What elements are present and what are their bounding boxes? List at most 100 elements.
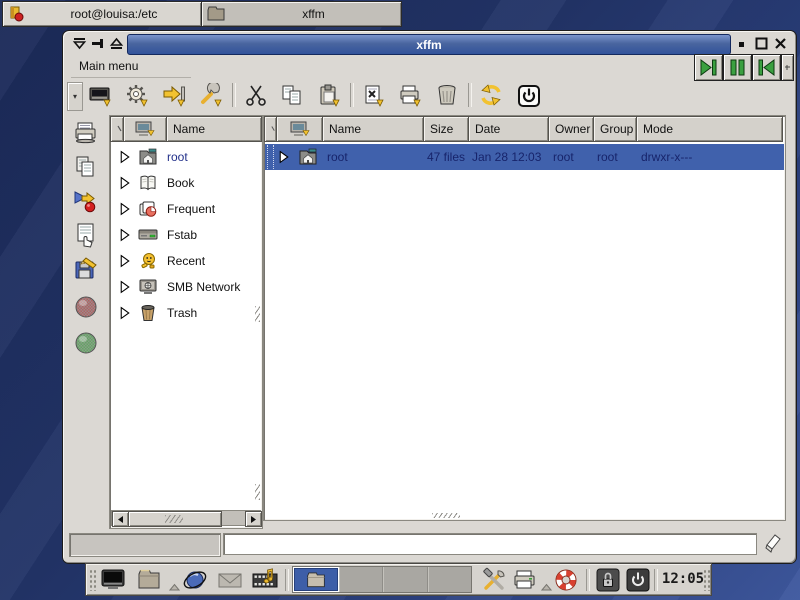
popup-arrow-icon[interactable] [540,574,552,600]
panel-tools-icon[interactable] [481,567,507,593]
side-print-icon[interactable] [72,119,100,147]
status-entry[interactable] [223,533,757,555]
main-menu[interactable]: Main menu [79,59,138,73]
expander-icon[interactable] [119,150,131,164]
tree-name-header[interactable]: Name [166,116,262,142]
tree-item-root[interactable]: root [111,144,261,170]
toolbar-collapse-button[interactable]: ▾ [67,82,83,111]
panel-multimedia-icon[interactable] [252,567,278,593]
tree-item-book[interactable]: Book [111,170,261,196]
tree-item-frequent[interactable]: Frequent [111,196,261,222]
paste-icon[interactable] [314,81,346,110]
expander-icon[interactable] [119,228,131,242]
toolbar-separator [232,83,236,107]
cell-mode: drwxr-x--- [641,144,692,170]
cut-scissors-icon[interactable] [240,81,272,110]
expander-icon[interactable] [119,254,131,268]
panel-separator [285,569,289,591]
eraser-icon[interactable] [762,531,784,555]
tree-item-fstab[interactable]: Fstab [111,222,261,248]
back-icon[interactable] [752,54,781,81]
scrollbar-thumb[interactable] [128,511,222,527]
tasklist-empty-slot[interactable] [383,567,428,592]
terminal-icon[interactable] [85,81,117,110]
column-header-name[interactable]: Name [322,116,424,142]
close-icon[interactable] [773,36,788,51]
panel-grip[interactable] [703,569,710,591]
panel-mail-icon[interactable] [217,567,243,593]
column-header-size[interactable]: Size [423,116,469,142]
computer-icon [290,120,310,138]
pause-icon[interactable] [723,54,752,81]
tree-computer-header[interactable] [123,116,167,142]
scroll-left-icon[interactable] [112,511,129,527]
tree-item-smb-network[interactable]: SMB Network [111,274,261,300]
print-icon[interactable] [395,81,427,110]
panel-help-lifebuoy-icon[interactable] [553,567,579,593]
unshade-icon[interactable] [108,35,125,52]
tree-resize-grip[interactable] [255,306,260,322]
reload-icon[interactable] [476,81,508,110]
quit-power-icon[interactable] [513,81,545,110]
popup-arrow-icon[interactable] [168,574,180,600]
side-save-icon[interactable] [72,255,100,283]
taskbar-button-xffm[interactable]: xffm [201,1,402,27]
panel-terminal-icon[interactable] [100,567,126,593]
panel-grip[interactable] [89,569,96,591]
panel-file-manager-icon[interactable] [136,567,162,593]
settings-gear-icon[interactable] [122,81,154,110]
titlebar[interactable]: xffm [127,34,731,55]
tree-item-trash[interactable]: Trash [111,300,261,326]
tree-corner-button[interactable] [110,116,124,142]
tasklist-empty-slot[interactable] [339,567,384,592]
cell-size: 47 files [427,144,465,170]
go-to-icon[interactable] [159,81,191,110]
forward-icon[interactable] [694,54,723,81]
tree-item-recent[interactable]: Recent [111,248,261,274]
xffm-window: xffm Main menu ▾ [62,30,797,564]
expander-icon[interactable] [119,306,131,320]
folder-icon [305,570,327,590]
iconify-icon[interactable] [735,36,750,51]
row-drag-handle[interactable] [267,145,274,169]
trash-icon[interactable] [432,81,464,110]
list-computer-header[interactable] [276,116,323,142]
file-row-root[interactable]: root 47 files Jan 28 12:03 root root drw… [265,144,784,170]
copy-icon[interactable] [277,81,309,110]
panel-web-browser-icon[interactable] [182,567,208,593]
tasklist-empty-slot[interactable] [428,567,472,592]
taskbar-button-terminal[interactable]: root@louisa:/etc [2,1,202,27]
column-header-date[interactable]: Date [468,116,549,142]
column-header-group[interactable]: Group [593,116,637,142]
panel-print-icon[interactable] [511,567,537,593]
tree-item-label: SMB Network [167,280,240,294]
scroll-right-icon[interactable] [245,511,262,527]
side-sphere-green-icon[interactable] [72,329,100,357]
side-run-icon[interactable] [72,187,100,215]
tools-wrench-icon[interactable] [196,81,228,110]
expander-icon[interactable] [278,150,290,164]
shade-icon[interactable] [71,35,88,52]
list-resize-grip[interactable] [432,513,460,518]
expander-icon[interactable] [119,280,131,294]
column-header-label: Group [600,122,633,136]
side-sphere-red-icon[interactable] [72,293,100,321]
expander-icon[interactable] [119,176,131,190]
expander-icon[interactable] [119,202,131,216]
panel-lock-icon[interactable] [595,567,621,593]
side-copy-documents-icon[interactable] [72,153,100,181]
script-icon[interactable] [358,81,390,110]
tasklist-item-xffm[interactable] [293,567,339,592]
nav-more-button[interactable] [781,54,794,81]
panel-clock[interactable]: 12:05 [660,571,706,587]
stick-pin-icon[interactable] [90,35,107,52]
column-header-owner[interactable]: Owner [548,116,594,142]
tree-resize-grip[interactable] [255,484,260,500]
maximize-icon[interactable] [754,36,769,51]
book-icon [137,173,159,193]
panel-quit-power-icon[interactable] [625,567,651,593]
tree-hscrollbar[interactable] [111,510,261,526]
column-header-mode[interactable]: Mode [636,116,783,142]
side-touch-icon[interactable] [72,221,100,249]
tree-item-label: Fstab [167,228,197,242]
